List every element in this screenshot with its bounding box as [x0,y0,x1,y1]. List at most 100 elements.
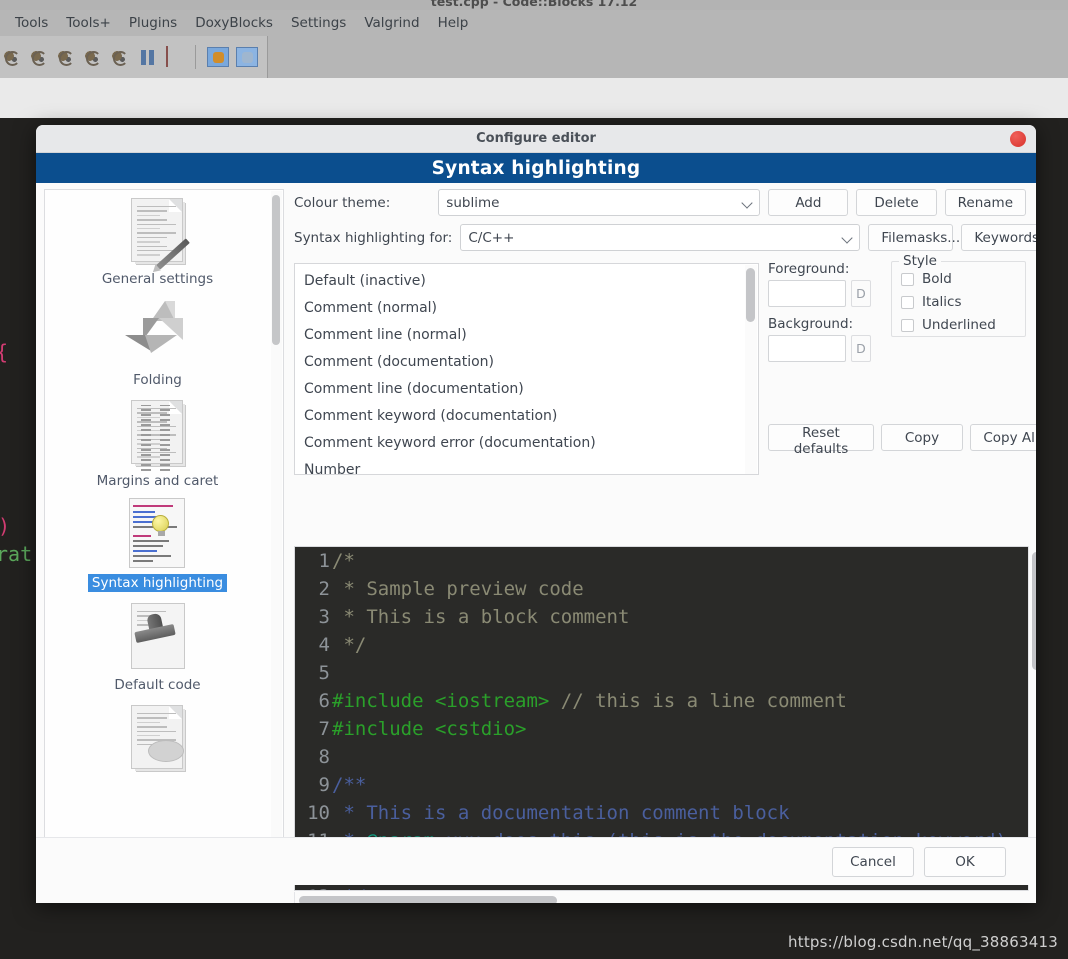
code-token: // this is a line comment [549,690,847,712]
colour-theme-select[interactable]: sublime [438,189,761,216]
debug-next-instruction-icon[interactable] [83,47,103,67]
debug-step-out-icon[interactable] [56,47,76,67]
code-line: 8 [295,743,1036,771]
style-list-item[interactable]: Comment line (documentation) [295,376,758,403]
various-info-icon[interactable] [236,47,258,67]
style-list-item[interactable]: Default (inactive) [295,268,758,295]
rename-theme-button[interactable]: Rename [944,189,1027,216]
preview-vertical-scrollbar-thumb[interactable] [1032,552,1036,670]
close-icon[interactable] [1010,131,1026,147]
reset-defaults-button[interactable]: Reset defaults [768,424,874,457]
code-token: #include <cstdio> [332,718,527,740]
menu-bar: Tools Tools+ Plugins DoxyBlocks Settings… [0,10,1068,36]
ok-button[interactable]: OK [924,846,1006,877]
style-action-buttons: Reset defaults Copy Copy All [768,424,1036,457]
background-code-line: rat [0,542,33,566]
background-swatch[interactable] [768,335,846,362]
preview-horizontal-scrollbar-track[interactable] [294,892,1036,903]
sidebar-item-label: Default code [114,677,201,693]
debug-step-instruction-icon[interactable] [110,47,130,67]
code-token: * Sample preview code [332,578,584,600]
menu-item-help[interactable]: Help [429,13,478,33]
delete-theme-button[interactable]: Delete [856,189,937,216]
menu-item-settings[interactable]: Settings [282,13,355,33]
italics-label: Italics [922,294,962,310]
code-token: /** [332,774,367,796]
code-text: */ [331,631,366,659]
sidebar-item-label: Folding [133,372,182,388]
background-code-line: { [0,340,8,364]
sidebar-item-default-code[interactable]: Default code [45,596,270,697]
sidebar-item-extra[interactable] [45,697,270,782]
window-title: test.cpp - Code::Blocks 17.12 [430,0,638,9]
document-pencil-icon [117,192,199,270]
settings-page-list[interactable]: General settings Folding Margins and car… [44,189,284,849]
style-list-item[interactable]: Comment keyword error (documentation) [295,430,758,457]
bold-checkbox[interactable] [901,272,914,286]
italics-checkbox[interactable] [901,295,914,309]
keywords-button[interactable]: Keywords... [961,224,1036,251]
underlined-checkbox[interactable] [901,318,914,332]
foreground-default-button[interactable]: D [851,280,871,307]
stop-icon[interactable] [164,46,184,67]
underlined-row[interactable]: Underlined [901,317,1025,333]
debug-step-into-icon[interactable] [29,47,49,67]
foreground-swatch[interactable] [768,280,846,307]
code-line: 3 * This is a block comment [295,603,1036,631]
sidebar-item-folding[interactable]: Folding [45,291,270,392]
syntax-highlighting-for-label: Syntax highlighting for: [294,229,453,246]
style-list-item[interactable]: Comment (documentation) [295,349,758,376]
copy-button[interactable]: Copy [881,424,963,451]
code-line: 9/** [295,771,1036,799]
sidebar-scrollbar-thumb[interactable] [272,195,280,345]
style-group-legend: Style [899,253,941,269]
colour-theme-row: Colour theme: sublime Add Delete Rename [294,189,1027,216]
code-text: /** [331,771,366,799]
background-default-button[interactable]: D [851,335,871,362]
bold-row[interactable]: Bold [901,271,1025,287]
style-list-item[interactable]: Comment line (normal) [295,322,758,349]
code-text: * Sample preview code [331,575,584,603]
underlined-label: Underlined [922,317,996,333]
sidebar-scrollbar-track[interactable] [271,191,282,848]
cancel-button[interactable]: Cancel [832,846,914,877]
preview-horizontal-scrollbar-thumb[interactable] [299,896,557,903]
menu-item-plugins[interactable]: Plugins [120,13,186,33]
code-line: 7 #include <cstdio> [295,715,1036,743]
syntax-language-select[interactable]: C/C++ [460,224,861,251]
code-line: 6 #include <iostream> // this is a line c… [295,687,1036,715]
filemasks-button[interactable]: Filemasks... [868,224,960,251]
debugging-windows-icon[interactable] [207,47,229,67]
italics-row[interactable]: Italics [901,294,1025,310]
menu-item-tools[interactable]: Tools [6,13,57,33]
add-theme-button[interactable]: Add [768,189,849,216]
menu-item-valgrind[interactable]: Valgrind [355,13,428,33]
copy-all-button[interactable]: Copy All [970,424,1036,451]
sidebar-item-label: Margins and caret [96,473,219,489]
code-line: 1/* [295,547,1036,575]
editor-tab-strip [0,78,1068,118]
syntax-highlighting-for-row: Syntax highlighting for: C/C++ Filemasks… [294,224,1036,251]
document-code-bulb-icon [117,495,199,573]
code-token: */ [332,886,366,890]
sidebar-item-syntax-highlighting[interactable]: Syntax highlighting [45,493,270,596]
style-list[interactable]: Default (inactive) Comment (normal) Comm… [294,263,759,475]
code-text: #include <cstdio> [331,715,526,743]
code-text: * This is a block comment [331,603,629,631]
style-list-item[interactable]: Number [295,457,758,474]
style-list-scrollbar-thumb[interactable] [746,268,755,322]
code-line: 2 * Sample preview code [295,575,1036,603]
style-list-item[interactable]: Comment keyword (documentation) [295,403,758,430]
menu-item-tools-plus[interactable]: Tools+ [57,13,120,33]
debug-step-icon[interactable] [2,47,22,67]
pause-icon[interactable] [137,47,157,67]
sidebar-item-margins-and-caret[interactable]: Margins and caret [45,392,270,493]
line-number: 4 [318,634,330,656]
sidebar-item-general-settings[interactable]: General settings [45,190,270,291]
style-list-item[interactable]: Comment (normal) [295,295,758,322]
style-list-scrollbar-track[interactable] [745,265,757,474]
menu-item-doxyblocks[interactable]: DoxyBlocks [186,13,282,33]
line-number: 5 [318,662,330,684]
style-group: Style Bold Italics Underlined [891,253,1026,337]
